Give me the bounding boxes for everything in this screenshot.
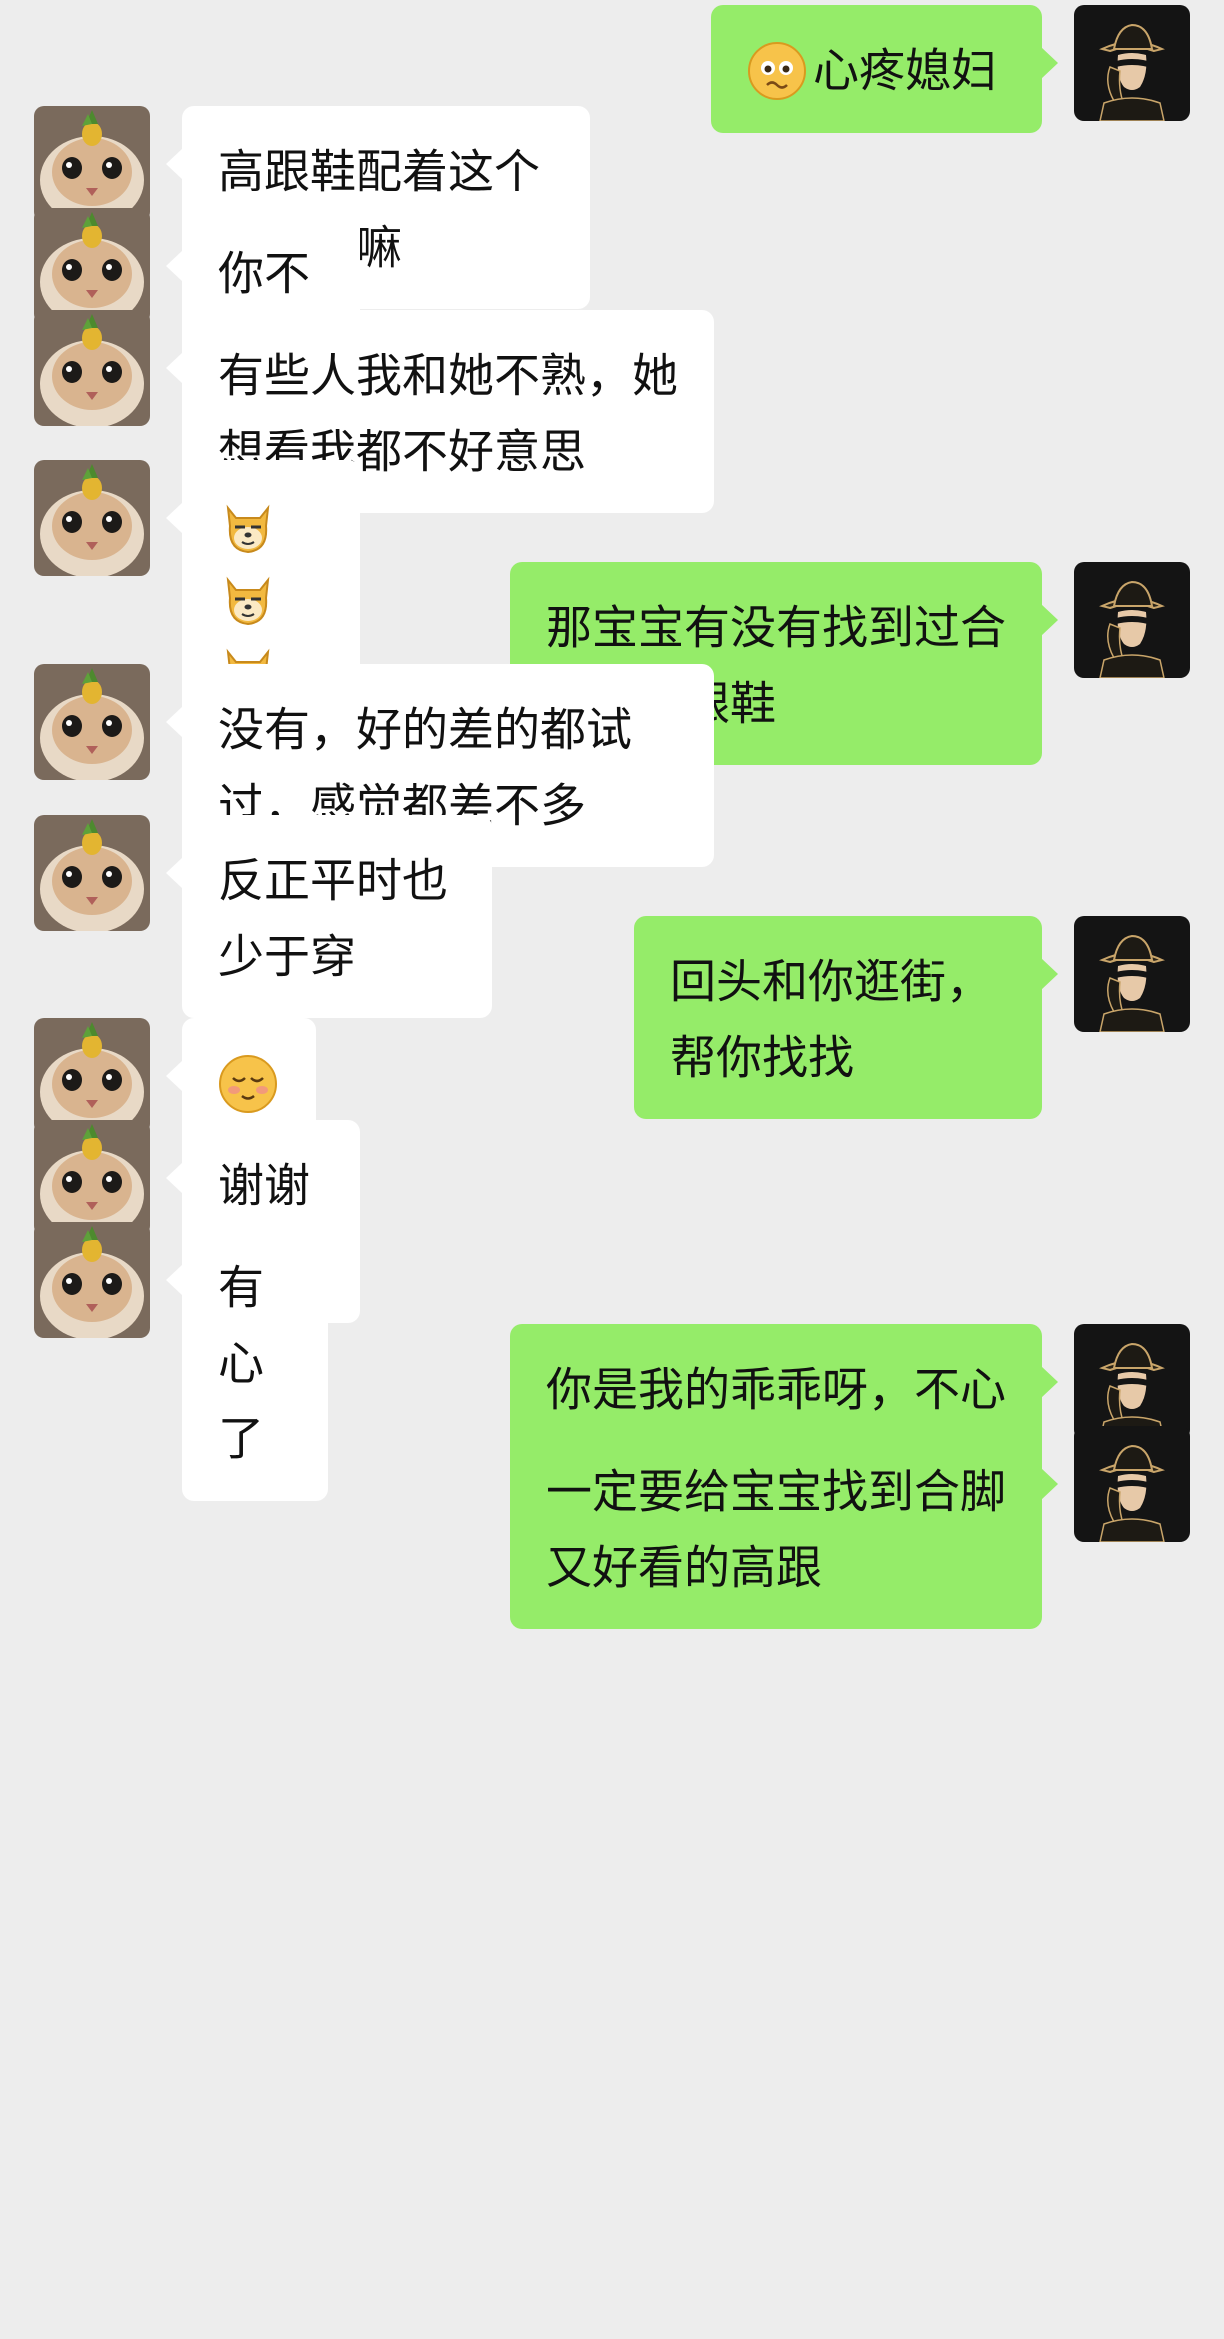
masked-man-in-hat-avatar[interactable] xyxy=(1074,916,1190,1032)
message-row-received: 谢谢宝宝 xyxy=(0,1120,1224,1323)
cat-with-pineapple-avatar[interactable] xyxy=(34,1120,150,1236)
message-bubble[interactable]: 一定要给宝宝找到合脚又好看的高跟 xyxy=(510,1426,1058,1629)
cat-with-pineapple-avatar[interactable] xyxy=(34,310,150,426)
cat-with-pineapple-avatar[interactable] xyxy=(34,1222,150,1338)
worried-face-emoji-icon xyxy=(747,41,807,101)
message-text: 有些人我和她不熟，她想看我都不好意思 xyxy=(218,348,678,479)
masked-man-in-hat-avatar[interactable] xyxy=(1074,1426,1190,1542)
message-row-sent: 回头和你逛街，帮你找找 xyxy=(0,916,1224,1119)
message-row-received xyxy=(0,1018,1224,1214)
message-text: 一定要给宝宝找到合脚又好看的高跟 xyxy=(546,1464,1006,1595)
masked-man-in-hat-avatar[interactable] xyxy=(1074,562,1190,678)
message-text: 心疼媳妇 xyxy=(813,43,997,98)
chat-message-list[interactable]: 心疼媳妇高跟鞋配着这个好看了嘛你不知道有些人我和她不熟，她想看我都不好意思那宝宝… xyxy=(0,0,1224,2339)
message-row-sent: 心疼媳妇 xyxy=(0,5,1224,133)
message-text: 没有，好的差的都试过，感觉都差不多 xyxy=(218,702,632,833)
cat-with-pineapple-avatar[interactable] xyxy=(34,664,150,780)
masked-man-in-hat-avatar[interactable] xyxy=(1074,5,1190,121)
cat-with-pineapple-avatar[interactable] xyxy=(34,815,150,931)
doge-emoji-icon xyxy=(218,496,278,556)
message-row-received: 你不知道 xyxy=(0,208,1224,411)
message-row-sent: 你是我的乖乖呀，不心疼你心疼谁 xyxy=(0,1324,1224,1527)
message-row-sent: 一定要给宝宝找到合脚又好看的高跟 xyxy=(0,1426,1224,1629)
message-row-received xyxy=(0,460,1224,728)
cat-with-pineapple-avatar[interactable] xyxy=(34,1018,150,1134)
cat-with-pineapple-avatar[interactable] xyxy=(34,208,150,324)
shy-smile-emoji-icon xyxy=(218,1054,278,1114)
cat-with-pineapple-avatar[interactable] xyxy=(34,106,150,222)
masked-man-in-hat-avatar[interactable] xyxy=(1074,1324,1190,1440)
message-row-received: 有心了 xyxy=(0,1222,1224,1501)
message-row-received: 反正平时也少于穿 xyxy=(0,815,1224,1018)
message-row-received: 高跟鞋配着这个好看了嘛 xyxy=(0,106,1224,309)
cat-with-pineapple-avatar[interactable] xyxy=(34,460,150,576)
message-row-sent: 那宝宝有没有找到过合脚的高跟鞋 xyxy=(0,562,1224,765)
